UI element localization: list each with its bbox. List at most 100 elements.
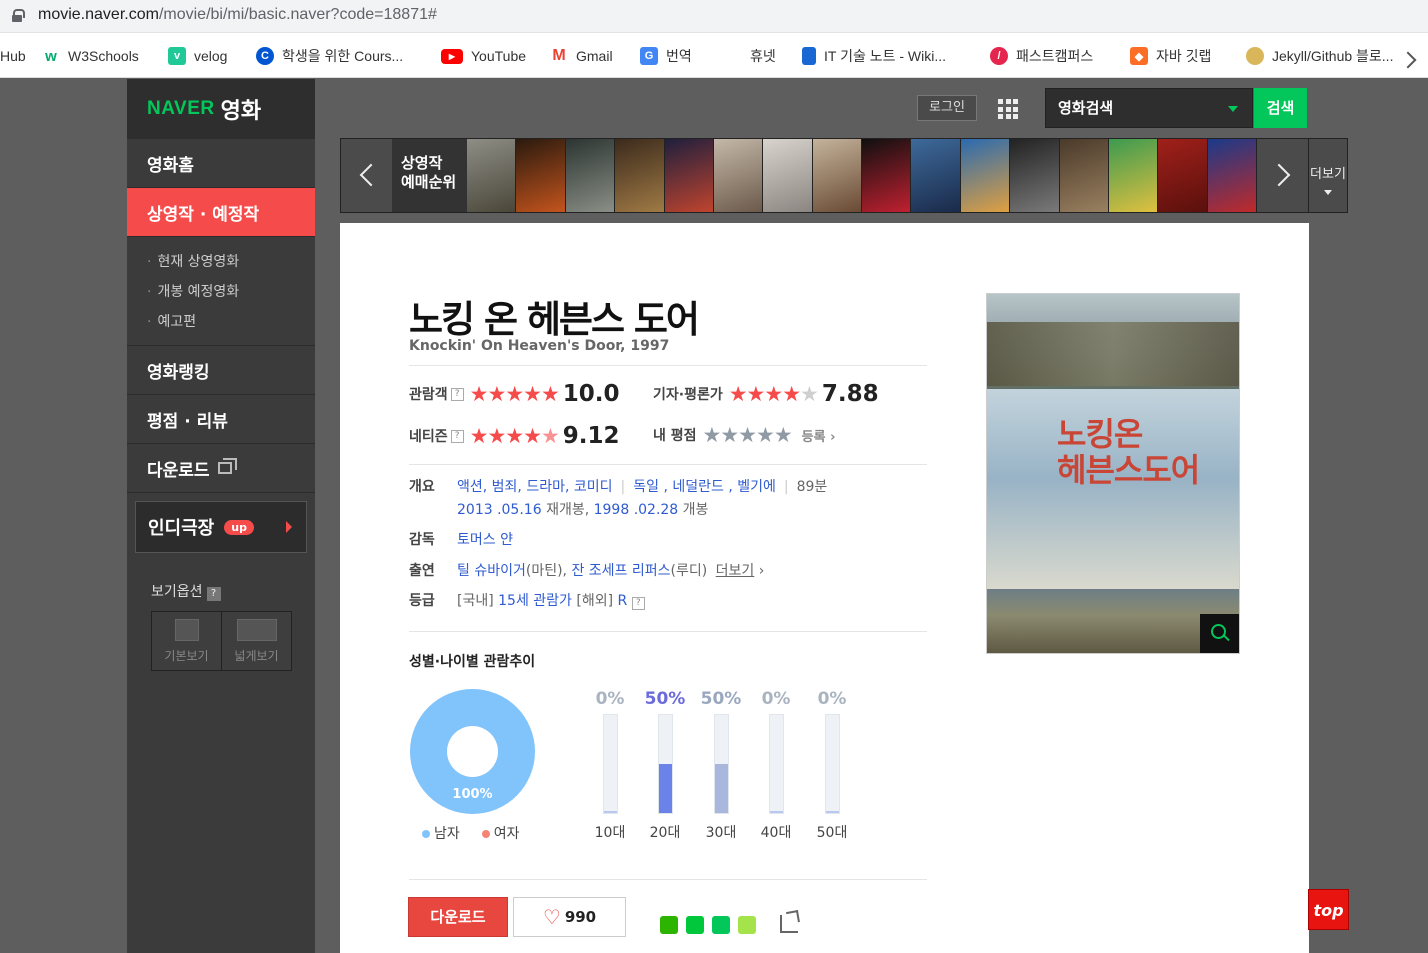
poster-thumb[interactable] <box>664 139 714 212</box>
memo-share-icon[interactable] <box>738 916 756 934</box>
nav-now-showing[interactable]: 상영작 · 예정작 <box>127 188 315 237</box>
like-button[interactable]: ♡ 990 <box>513 897 626 937</box>
strip-more-button[interactable]: 더보기 <box>1308 138 1348 213</box>
nav-reviews[interactable]: 평점 · 리뷰 <box>127 395 315 444</box>
poster-thumb[interactable] <box>713 139 764 212</box>
scroll-top-button[interactable]: top <box>1308 889 1349 930</box>
line-share-icon[interactable] <box>686 916 704 934</box>
bookmark-gitlab[interactable]: ◆ 자바 깃랩 <box>1130 45 1211 67</box>
address-bar[interactable]: movie.naver.com/movie/bi/mi/basic.naver?… <box>0 0 1428 33</box>
poster-thumb[interactable] <box>812 139 862 212</box>
release-date[interactable]: 1998 .02.28 <box>594 502 679 518</box>
search-input[interactable]: 영화검색 <box>1045 88 1253 128</box>
poster-thumb[interactable] <box>467 139 517 212</box>
bookmark-hunet[interactable]: 휴넷 <box>750 45 776 67</box>
grade-foreign-link[interactable]: R <box>618 593 628 609</box>
search-label: 영화검색 <box>1058 99 1114 117</box>
rating-score: 10.0 <box>562 381 620 407</box>
age-bar-track <box>657 714 673 814</box>
poster-thumb[interactable] <box>516 139 566 212</box>
poster-thumb[interactable] <box>960 139 1011 212</box>
bookmarks-more[interactable] <box>1399 49 1417 71</box>
submenu-current[interactable]: 현재 상영영화 <box>147 247 315 277</box>
star-rating[interactable]: ★★★★★ <box>703 423 793 447</box>
bookmark-coursera[interactable]: C 학생을 위한 Cours... <box>256 45 403 67</box>
poster-thumb[interactable] <box>862 139 912 212</box>
url-text[interactable]: movie.naver.com/movie/bi/mi/basic.naver?… <box>38 6 437 24</box>
poster-thumb[interactable] <box>763 139 813 212</box>
poster-thumb[interactable] <box>1108 139 1159 212</box>
director-row: 감독 토머스 얀 <box>409 529 513 549</box>
country-links[interactable]: 독일 , 네덜란드 , 벨기에 <box>633 479 776 495</box>
cast-link[interactable]: 잔 조세프 리퍼스 <box>571 563 670 579</box>
cast-link[interactable]: 틸 슈바이거 <box>457 563 526 579</box>
bookmark-wiki[interactable]: IT 기술 노트 - Wiki... <box>802 45 946 67</box>
cast-more-link[interactable]: 더보기 <box>716 563 755 579</box>
nav-label: 영화홈 <box>147 155 194 176</box>
basic-view-button[interactable]: 기본보기 <box>152 612 222 670</box>
age-bar-track <box>824 714 840 814</box>
strip-prev-button[interactable] <box>341 139 392 212</box>
movie-detail: 노킹 온 헤븐스 도어 Knockin' On Heaven's Door, 1… <box>340 223 1309 953</box>
view-option-label: 보기옵션 <box>151 584 203 600</box>
naver-movie-logo[interactable]: NAVER 영화 <box>127 79 315 139</box>
bookmark-translate[interactable]: G 번역 <box>640 45 692 67</box>
grade-row: 등급 [국내] 15세 관람가 [해외] R ? <box>409 590 645 610</box>
legend-label: 남자 <box>434 826 460 842</box>
help-icon[interactable]: ? <box>450 429 464 443</box>
bookmark-gmail[interactable]: M Gmail <box>550 45 613 67</box>
gender-donut-chart: 100% <box>410 689 535 814</box>
download-button[interactable]: 다운로드 <box>408 897 508 937</box>
poster-thumb[interactable] <box>1059 139 1109 212</box>
zoom-icon[interactable] <box>1200 614 1239 653</box>
search-button[interactable]: 검색 <box>1254 88 1307 128</box>
indie-theater-button[interactable]: 인디극장 up <box>135 501 307 553</box>
genre-links[interactable]: 액션, 범죄, 드라마, 코미디 <box>457 479 613 495</box>
naver-band-share-icon[interactable] <box>660 916 678 934</box>
nav-ranking[interactable]: 영화랭킹 <box>127 346 315 395</box>
nav-movie-home[interactable]: 영화홈 <box>127 139 315 188</box>
age-bar-track <box>713 714 729 814</box>
grade-domestic-link[interactable]: 15세 관람가 <box>498 593 572 609</box>
submenu-upcoming[interactable]: 개봉 예정영화 <box>147 277 315 307</box>
bookmark-fastcampus[interactable]: / 패스트캠퍼스 <box>990 45 1093 67</box>
apps-grid-icon[interactable] <box>998 99 1018 119</box>
bookmark-jekyll[interactable]: Jekyll/Github 블로... <box>1246 45 1393 67</box>
divider <box>409 879 927 880</box>
gmail-icon: M <box>552 47 566 64</box>
cast-role: (루디) <box>670 563 708 579</box>
star-rating: ★★★★★ <box>728 382 819 406</box>
strip-next-button[interactable] <box>1257 139 1309 212</box>
wide-view-button[interactable]: 넓게보기 <box>222 612 291 670</box>
bookmark-label: Gmail <box>576 48 613 64</box>
movie-poster[interactable]: 노킹온 헤븐스도어 <box>986 293 1240 654</box>
register-rating-link[interactable]: 등록 › <box>802 426 836 445</box>
login-button[interactable]: 로그인 <box>917 95 977 121</box>
dropdown-arrow-icon[interactable] <box>1228 106 1238 112</box>
bookmark-label: 자바 깃랩 <box>1156 48 1212 64</box>
bookmark-w3schools[interactable]: w W3Schools <box>42 45 139 67</box>
poster-thumb[interactable] <box>615 139 665 212</box>
poster-thumb[interactable] <box>1207 139 1257 212</box>
legend-label: 여자 <box>493 826 520 842</box>
poster-thumb[interactable] <box>1010 139 1060 212</box>
poster-thumb[interactable] <box>1158 139 1208 212</box>
star-rating: ★★★★★ <box>469 424 560 448</box>
share-icon[interactable] <box>780 915 798 933</box>
poster-thumb[interactable] <box>911 139 961 212</box>
bookmark-youtube[interactable]: ▶ YouTube <box>441 45 526 67</box>
info-key: 감독 <box>409 532 435 548</box>
director-link[interactable]: 토머스 얀 <box>457 529 513 549</box>
help-icon[interactable]: ? <box>450 387 464 401</box>
help-icon[interactable]: ? <box>631 597 645 610</box>
bookmark-velog[interactable]: v velog <box>168 45 227 67</box>
view-options: 보기옵션? 기본보기 넓게보기 <box>127 561 315 671</box>
age-bar-percent: 0% <box>761 689 791 709</box>
nav-download[interactable]: 다운로드 <box>127 444 315 493</box>
submenu-trailer[interactable]: 예고편 <box>147 307 315 337</box>
poster-thumb[interactable] <box>565 139 616 212</box>
bookmark-share-icon[interactable] <box>712 916 730 934</box>
help-icon[interactable]: ? <box>206 587 221 601</box>
rerelease-date[interactable]: 2013 .05.16 <box>457 502 542 518</box>
bookmark-github[interactable]: Hub <box>0 45 26 67</box>
